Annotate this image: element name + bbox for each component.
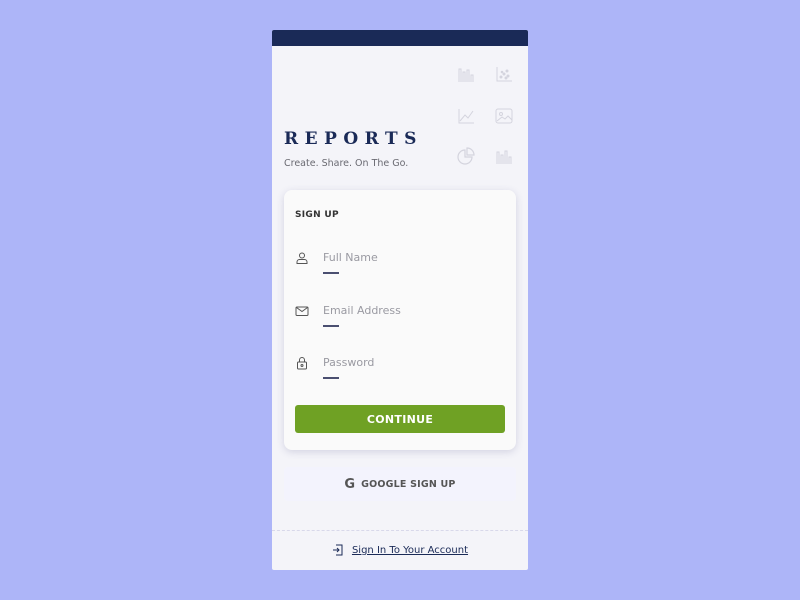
bar-chart-icon <box>494 146 514 166</box>
card-title: SIGN UP <box>295 210 339 220</box>
continue-button[interactable]: CONTINUE <box>295 405 505 433</box>
field-underline <box>323 377 339 379</box>
scatter-chart-icon <box>494 64 514 84</box>
divider <box>272 530 528 531</box>
app-tagline: Create. Share. On The Go. <box>284 158 409 169</box>
email-field <box>295 301 505 331</box>
mail-icon <box>295 303 309 317</box>
full-name-field <box>295 248 505 278</box>
sign-in-link[interactable]: Sign In To Your Account <box>352 545 468 556</box>
sign-up-card: SIGN UP CONTINUE <box>284 190 516 450</box>
lock-icon <box>295 355 309 370</box>
full-name-input[interactable] <box>323 248 503 266</box>
sign-in-link-row[interactable]: Sign In To Your Account <box>272 540 528 560</box>
sign-in-icon <box>332 544 343 556</box>
bar-chart-icon <box>456 64 476 84</box>
google-sign-up-button[interactable]: G GOOGLE SIGN UP <box>284 467 516 501</box>
email-input[interactable] <box>323 301 503 319</box>
google-icon: G <box>344 476 356 492</box>
app-screen: REPORTS Create. Share. On The Go. SIGN U… <box>272 30 528 570</box>
app-title: REPORTS <box>284 129 423 149</box>
line-chart-icon <box>456 106 476 126</box>
pie-chart-icon <box>456 146 476 166</box>
image-icon <box>494 106 514 126</box>
field-underline <box>323 325 339 327</box>
user-icon <box>295 250 309 264</box>
password-field <box>295 353 505 383</box>
field-underline <box>323 272 339 274</box>
top-bar <box>272 30 528 46</box>
google-sign-up-label: GOOGLE SIGN UP <box>361 478 456 490</box>
password-input[interactable] <box>323 353 503 371</box>
